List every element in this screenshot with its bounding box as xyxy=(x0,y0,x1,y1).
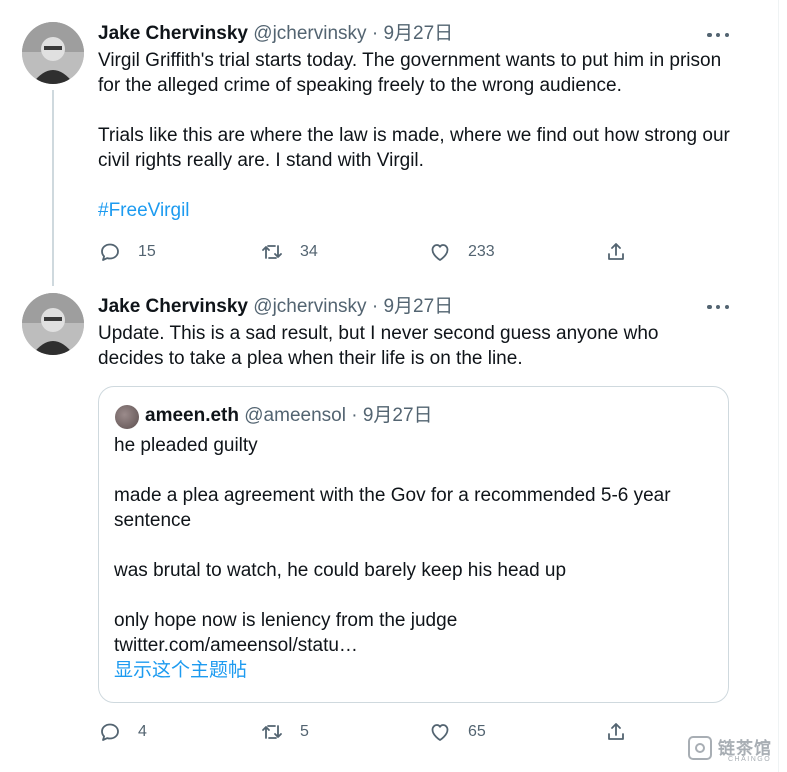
quoted-line: was brutal to watch, he could barely kee… xyxy=(114,560,567,581)
more-options-icon[interactable] xyxy=(707,304,729,310)
author-name[interactable]: Jake Chervinsky xyxy=(98,23,248,44)
tweet-paragraph: Trials like this are where the law is ma… xyxy=(98,125,730,171)
quoted-line: only hope now is leniency from the judge xyxy=(114,610,458,631)
reply-count: 4 xyxy=(138,723,147,740)
quoted-line: made a plea agreement with the Gov for a… xyxy=(114,485,671,531)
retweet-arrows-icon xyxy=(262,245,282,259)
retweet-count: 34 xyxy=(300,243,318,260)
speech-bubble-icon xyxy=(101,723,119,741)
tweet-date[interactable]: 9月27日 xyxy=(383,23,453,44)
quoted-author-name[interactable]: ameen.eth xyxy=(145,405,239,426)
retweet-button[interactable]: 34 xyxy=(260,237,318,267)
author-name[interactable]: Jake Chervinsky xyxy=(98,296,248,317)
like-button[interactable]: 65 xyxy=(428,717,486,747)
tweet-text: Update. This is a sad result, but I neve… xyxy=(98,321,728,371)
quoted-avatar[interactable] xyxy=(115,405,139,429)
reply-count: 15 xyxy=(138,243,156,260)
reply-button[interactable]: 15 xyxy=(98,237,156,267)
retweet-button[interactable]: 5 xyxy=(260,717,309,747)
like-button[interactable]: 233 xyxy=(428,237,495,267)
quoted-tweet-date[interactable]: 9月27日 xyxy=(363,405,433,426)
reply-button[interactable]: 4 xyxy=(98,717,147,747)
retweet-count: 5 xyxy=(300,723,309,740)
avatar-photo-icon xyxy=(22,22,84,84)
like-count: 65 xyxy=(468,723,486,740)
share-button[interactable] xyxy=(604,237,628,267)
thread-connector-line xyxy=(52,90,54,286)
heart-outline-icon xyxy=(431,724,449,741)
retweet-arrows-icon xyxy=(262,725,282,739)
watermark-icon xyxy=(688,736,712,760)
quoted-tweet-header: ameen.eth @ameensol · 9月27日 xyxy=(145,404,433,428)
separator-dot: · xyxy=(371,296,379,317)
quoted-tweet-text: he pleaded guilty made a plea agreement … xyxy=(114,433,714,683)
more-options-icon[interactable] xyxy=(707,32,729,38)
quoted-line: he pleaded guilty xyxy=(114,435,258,456)
watermark-logo: 链茶馆 CHAINGO xyxy=(688,732,783,766)
share-upload-icon xyxy=(608,723,624,740)
quoted-status-link[interactable]: twitter.com/ameensol/statu… xyxy=(114,633,714,658)
heart-outline-icon xyxy=(431,244,449,261)
speech-bubble-icon xyxy=(101,243,119,261)
tweet-actions: 4 5 65 xyxy=(98,717,658,747)
avatar-photo-icon xyxy=(22,293,84,355)
share-upload-icon xyxy=(608,243,624,260)
timeline-frame: Jake Chervinsky @jchervinsky · 9月27日 Vir… xyxy=(0,0,779,772)
quoted-tweet-card[interactable]: ameen.eth @ameensol · 9月27日 he pleaded g… xyxy=(98,386,729,703)
show-thread-link[interactable]: 显示这个主题帖 xyxy=(114,658,714,683)
avatar[interactable] xyxy=(22,293,84,355)
tweet-actions: 15 34 233 xyxy=(98,237,658,267)
author-handle[interactable]: @jchervinsky xyxy=(253,23,366,44)
tweet-paragraph: Update. This is a sad result, but I neve… xyxy=(98,323,659,369)
share-button[interactable] xyxy=(604,717,628,747)
watermark-subtext: CHAINGO xyxy=(728,756,772,763)
tweet-header: Jake Chervinsky @jchervinsky · 9月27日 xyxy=(98,295,453,319)
quoted-author-handle[interactable]: @ameensol xyxy=(244,405,346,426)
separator-dot: · xyxy=(371,23,379,44)
tweet-header: Jake Chervinsky @jchervinsky · 9月27日 xyxy=(98,22,453,46)
tweet-text: Virgil Griffith's trial starts today. Th… xyxy=(98,48,738,223)
like-count: 233 xyxy=(468,243,495,260)
avatar[interactable] xyxy=(22,22,84,84)
hashtag-link[interactable]: #FreeVirgil xyxy=(98,198,738,223)
author-handle[interactable]: @jchervinsky xyxy=(253,296,366,317)
separator-dot: · xyxy=(351,405,358,426)
tweet-date[interactable]: 9月27日 xyxy=(383,296,453,317)
tweet-paragraph: Virgil Griffith's trial starts today. Th… xyxy=(98,50,722,96)
